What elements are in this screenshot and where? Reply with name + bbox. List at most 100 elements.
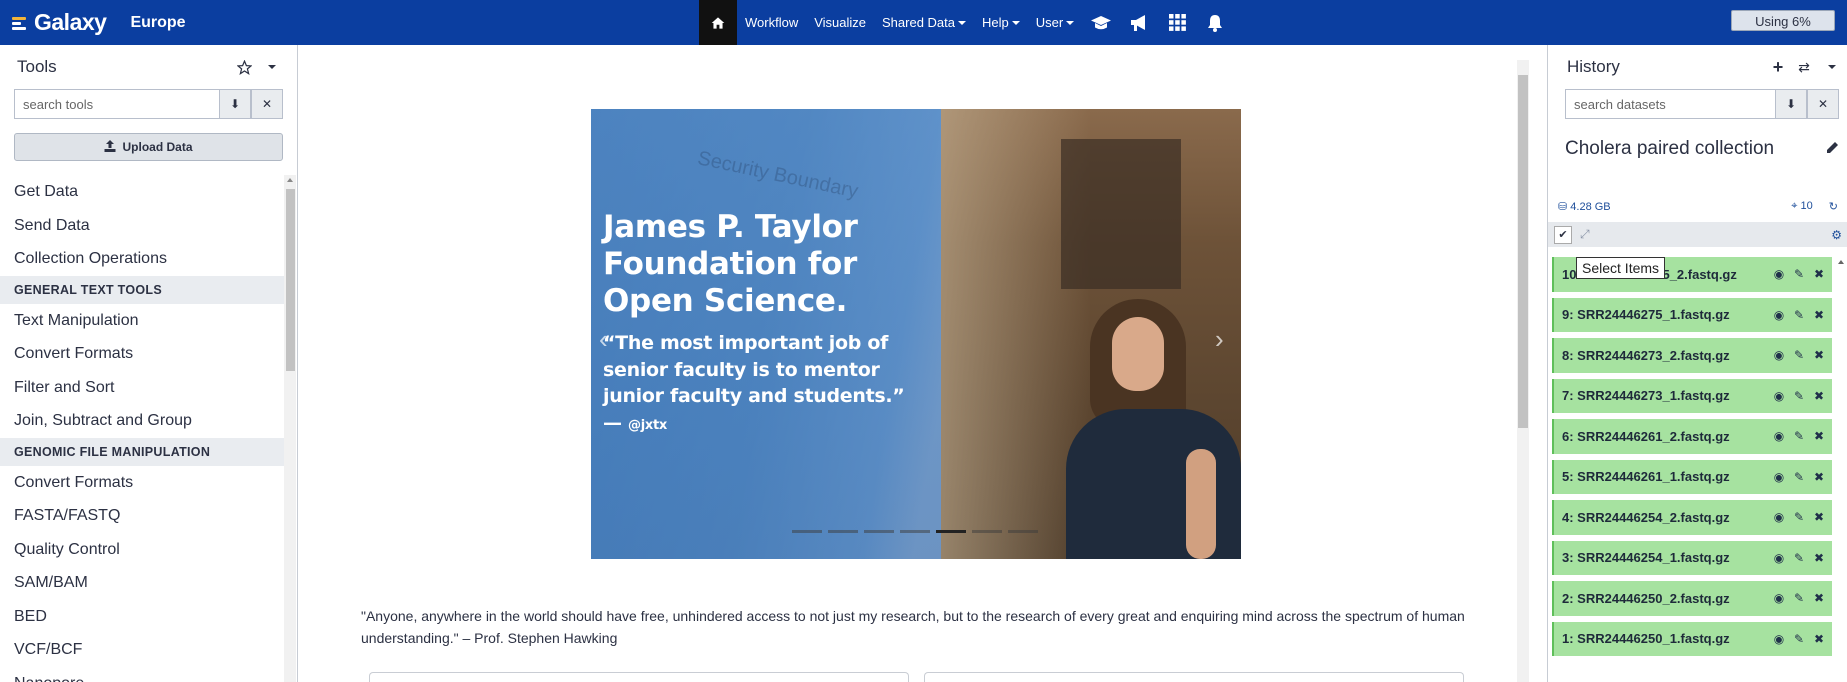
edit-dataset-button[interactable]: ✎ xyxy=(1792,429,1806,443)
delete-dataset-button[interactable]: ✖ xyxy=(1812,429,1826,443)
nav-visualize[interactable]: Visualize xyxy=(806,0,874,45)
delete-dataset-button[interactable]: ✖ xyxy=(1812,591,1826,605)
collapse-items-button[interactable]: ⤢ xyxy=(1580,227,1598,242)
edit-dataset-button[interactable]: ✎ xyxy=(1792,389,1806,403)
switch-history-button[interactable]: ⇄ xyxy=(1791,54,1817,80)
clear-search-button[interactable]: ✕ xyxy=(251,89,283,119)
tool-search-input[interactable] xyxy=(14,89,219,119)
create-history-button[interactable]: + xyxy=(1765,54,1791,80)
favorites-star-icon[interactable] xyxy=(231,54,257,80)
center-scrollbar[interactable] xyxy=(1517,60,1529,682)
edit-dataset-button[interactable]: ✎ xyxy=(1792,510,1806,524)
display-dataset-button[interactable]: ◉ xyxy=(1772,591,1786,605)
edit-dataset-button[interactable]: ✎ xyxy=(1792,591,1806,605)
display-dataset-button[interactable]: ◉ xyxy=(1772,551,1786,565)
display-dataset-button[interactable]: ◉ xyxy=(1772,429,1786,443)
scroll-up-arrow-icon[interactable] xyxy=(1838,260,1844,264)
carousel-indicator[interactable] xyxy=(792,530,822,533)
display-dataset-button[interactable]: ◉ xyxy=(1772,308,1786,322)
tool-category-link[interactable]: Collection Operations xyxy=(0,242,284,276)
upload-data-button[interactable]: Upload Data xyxy=(14,133,283,161)
tool-category-link[interactable]: Nanopore xyxy=(0,667,284,682)
refresh-history-button[interactable]: ↻ xyxy=(1829,200,1838,213)
edit-dataset-button[interactable]: ✎ xyxy=(1792,470,1806,484)
delete-dataset-button[interactable]: ✖ xyxy=(1812,308,1826,322)
edit-dataset-button[interactable]: ✎ xyxy=(1792,267,1806,281)
tool-category-link[interactable]: FASTA/FASTQ xyxy=(0,499,284,533)
display-dataset-button[interactable]: ◉ xyxy=(1772,510,1786,524)
nav-user[interactable]: User xyxy=(1028,0,1082,45)
announcements-button[interactable] xyxy=(1120,0,1158,45)
delete-dataset-button[interactable]: ✖ xyxy=(1812,267,1826,281)
display-dataset-button[interactable]: ◉ xyxy=(1772,632,1786,646)
delete-dataset-button[interactable]: ✖ xyxy=(1812,551,1826,565)
delete-dataset-button[interactable]: ✖ xyxy=(1812,389,1826,403)
dataset-search-input[interactable] xyxy=(1565,89,1775,119)
edit-dataset-button[interactable]: ✎ xyxy=(1792,551,1806,565)
tool-category-link[interactable]: VCF/BCF xyxy=(0,633,284,667)
edit-history-button[interactable] xyxy=(1817,141,1847,157)
tool-panel-options-dropdown[interactable] xyxy=(257,54,283,80)
training-button[interactable] xyxy=(1082,0,1120,45)
apps-grid-button[interactable] xyxy=(1158,0,1196,45)
carousel-prev-button[interactable]: ‹ xyxy=(599,324,608,355)
tool-category-link[interactable]: Send Data xyxy=(0,209,284,243)
nav-workflow[interactable]: Workflow xyxy=(737,0,806,45)
tool-category-link[interactable]: Convert Formats xyxy=(0,466,284,500)
tool-category-link[interactable]: SAM/BAM xyxy=(0,566,284,600)
carousel-indicator[interactable] xyxy=(828,530,858,533)
edit-dataset-button[interactable]: ✎ xyxy=(1792,308,1806,322)
tool-category-link[interactable]: Convert Formats xyxy=(0,337,284,371)
nav-help[interactable]: Help xyxy=(974,0,1028,45)
scroll-thumb[interactable] xyxy=(286,189,295,371)
edit-dataset-button[interactable]: ✎ xyxy=(1792,632,1806,646)
delete-dataset-button[interactable]: ✖ xyxy=(1812,470,1826,484)
display-dataset-button[interactable]: ◉ xyxy=(1772,267,1786,281)
brand-logo-link[interactable]: Galaxy Europe xyxy=(0,0,186,45)
carousel-indicator[interactable] xyxy=(900,530,930,533)
history-settings-button[interactable]: ⚙ xyxy=(1831,228,1842,242)
delete-dataset-button[interactable]: ✖ xyxy=(1812,348,1826,362)
quota-meter[interactable]: Using 6% xyxy=(1731,10,1835,31)
edit-dataset-button[interactable]: ✎ xyxy=(1792,348,1806,362)
dataset-item[interactable]: 9: SRR24446275_1.fastq.gz ◉ ✎ ✖ xyxy=(1552,297,1832,332)
history-scrollbar[interactable] xyxy=(1835,257,1847,682)
tool-category-link[interactable]: Text Manipulation xyxy=(0,304,284,338)
scroll-thumb[interactable] xyxy=(1518,75,1528,428)
clear-filter-button[interactable]: ✕ xyxy=(1807,89,1839,119)
delete-dataset-button[interactable]: ✖ xyxy=(1812,632,1826,646)
dataset-item[interactable]: 2: SRR24446250_2.fastq.gz ◉ ✎ ✖ xyxy=(1552,581,1832,616)
tool-category-link[interactable]: Filter and Sort xyxy=(0,371,284,405)
dataset-item[interactable]: 5: SRR24446261_1.fastq.gz ◉ ✎ ✖ xyxy=(1552,459,1832,494)
dataset-item[interactable]: 8: SRR24446273_2.fastq.gz ◉ ✎ ✖ xyxy=(1552,338,1832,373)
tool-list-scrollbar[interactable] xyxy=(284,175,296,682)
carousel-indicator[interactable] xyxy=(936,530,966,533)
carousel-indicator[interactable] xyxy=(1008,530,1038,533)
history-count[interactable]: ⌖ 10 xyxy=(1791,200,1813,213)
display-dataset-button[interactable]: ◉ xyxy=(1772,470,1786,484)
advanced-filter-button[interactable]: ⬇ xyxy=(1775,89,1807,119)
scroll-up-arrow-icon[interactable] xyxy=(287,178,293,182)
dataset-item[interactable]: 1: SRR24446250_1.fastq.gz ◉ ✎ ✖ xyxy=(1552,621,1832,656)
notifications-button[interactable] xyxy=(1196,0,1234,45)
dataset-item[interactable]: 7: SRR24446273_1.fastq.gz ◉ ✎ ✖ xyxy=(1552,378,1832,413)
tool-category-link[interactable]: BED xyxy=(0,600,284,634)
tool-category-link[interactable]: Join, Subtract and Group xyxy=(0,404,284,438)
tool-category-link[interactable]: Get Data xyxy=(0,175,284,209)
dataset-item[interactable]: 6: SRR24446261_2.fastq.gz ◉ ✎ ✖ xyxy=(1552,419,1832,454)
carousel-indicator[interactable] xyxy=(864,530,894,533)
nav-shared-data[interactable]: Shared Data xyxy=(874,0,974,45)
display-dataset-button[interactable]: ◉ xyxy=(1772,348,1786,362)
carousel-indicator[interactable] xyxy=(972,530,1002,533)
dataset-item[interactable]: 3: SRR24446254_1.fastq.gz ◉ ✎ ✖ xyxy=(1552,540,1832,575)
carousel-next-button[interactable]: › xyxy=(1215,324,1224,355)
tool-category-link[interactable]: Quality Control xyxy=(0,533,284,567)
display-dataset-button[interactable]: ◉ xyxy=(1772,389,1786,403)
home-button[interactable] xyxy=(699,0,737,45)
history-size[interactable]: ⛁ 4.28 GB xyxy=(1558,200,1791,213)
dataset-item[interactable]: 4: SRR24446254_2.fastq.gz ◉ ✎ ✖ xyxy=(1552,500,1832,535)
delete-dataset-button[interactable]: ✖ xyxy=(1812,510,1826,524)
select-items-button[interactable]: ✔ xyxy=(1554,225,1572,244)
advanced-search-button[interactable]: ⬇ xyxy=(219,89,251,119)
history-options-dropdown[interactable] xyxy=(1817,54,1843,80)
